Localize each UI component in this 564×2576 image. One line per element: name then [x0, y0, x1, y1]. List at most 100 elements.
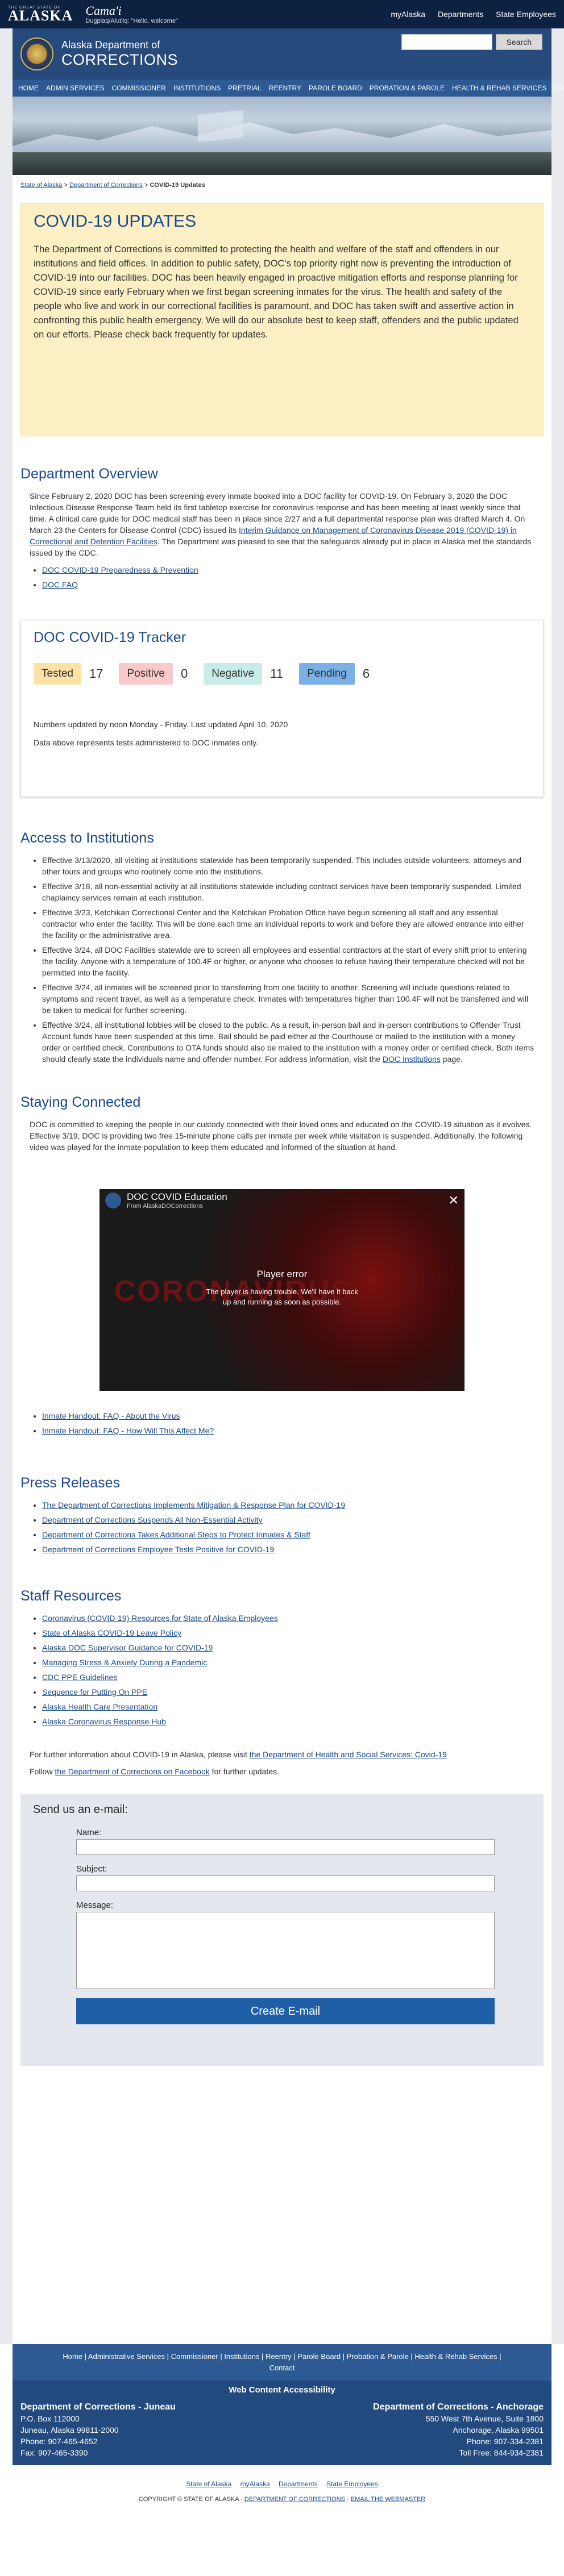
footer-link-departments[interactable]: Departments — [279, 2480, 318, 2488]
site-header: Alaska Department of CORRECTIONS Search … — [13, 28, 564, 175]
staff-link-ppe-sequence[interactable]: Sequence for Putting On PPE — [42, 1687, 147, 1697]
staff-link-resources[interactable]: Coronavirus (COVID-19) Resources for Sta… — [42, 1614, 278, 1623]
footer-link-myalaska[interactable]: myAlaska — [240, 2480, 270, 2488]
access-list: Effective 3/13/2020, all visiting at ins… — [42, 855, 534, 1065]
doc-faq-link[interactable]: DOC FAQ — [42, 580, 78, 589]
create-email-button[interactable]: Create E-mail — [76, 1998, 495, 2024]
staff-link-leave-policy[interactable]: State of Alaska COVID-19 Leave Policy — [42, 1628, 181, 1637]
nav-commissioner[interactable]: COMMISSIONER — [111, 84, 165, 92]
tile-value: 11 — [270, 666, 284, 681]
video-title[interactable]: DOC COVID Education — [127, 1191, 227, 1203]
handout-about-virus-link[interactable]: Inmate Handout: FAQ - About the Virus — [42, 1411, 180, 1420]
footer-nav-line1[interactable]: Home | Administrative Services | Commiss… — [24, 2351, 540, 2362]
list-item: The Department of Corrections Implements… — [42, 1500, 534, 1510]
press-link-mitigation[interactable]: The Department of Corrections Implements… — [42, 1500, 345, 1510]
top-links: myAlaska Departments State Employees — [391, 10, 556, 19]
further-info: For further information about COVID-19 i… — [20, 1749, 544, 1777]
staff-link-health-care[interactable]: Alaska Health Care Presentation — [42, 1702, 157, 1711]
staff-link-response-hub[interactable]: Alaska Coronavirus Response Hub — [42, 1717, 166, 1726]
list-item: State of Alaska COVID-19 Leave Policy — [42, 1628, 534, 1637]
list-item: Effective 3/24, all DOC Facilities state… — [42, 944, 534, 978]
press-link-suspends[interactable]: Department of Corrections Suspends All N… — [42, 1515, 263, 1524]
press-title: Press Releases — [20, 1475, 121, 1491]
list-item: Sequence for Putting On PPE — [42, 1687, 534, 1697]
nav-probation-parole[interactable]: PROBATION & PAROLE — [370, 84, 445, 92]
close-icon[interactable]: ✕ — [449, 1193, 459, 1208]
footer-nav-line2[interactable]: Contact — [24, 2362, 540, 2374]
subject-field[interactable] — [76, 1875, 495, 1891]
list-item: Department of Corrections Suspends All N… — [42, 1515, 534, 1524]
tracker-tile-pending: Pending 6 — [299, 663, 370, 685]
anchorage-line: Anchorage, Alaska 99501 — [453, 2425, 544, 2435]
juneau-fax: Fax: 907-465-3390 — [20, 2448, 88, 2457]
search-button[interactable]: Search — [495, 34, 542, 50]
nav-reentry[interactable]: REENTRY — [269, 84, 301, 92]
nav-institutions[interactable]: INSTITUTIONS — [173, 84, 221, 92]
message-field[interactable] — [76, 1912, 495, 1989]
footer-link-state[interactable]: State of Alaska — [186, 2480, 231, 2488]
nav-parole-board[interactable]: PAROLE BOARD — [309, 84, 362, 92]
tile-label: Positive — [119, 663, 173, 685]
doc-seal-icon[interactable] — [20, 37, 53, 70]
press-link-employee-positive[interactable]: Department of Corrections Employee Tests… — [42, 1545, 274, 1554]
footer-link-state-employees[interactable]: State Employees — [326, 2480, 378, 2488]
staff-link-ppe-guidelines[interactable]: CDC PPE Guidelines — [42, 1673, 117, 1682]
list-item: Effective 3/18, all non-essential activi… — [42, 881, 534, 903]
updates-title: COVID-19 UPDATES — [34, 212, 197, 231]
site-title-line2: CORRECTIONS — [61, 51, 179, 68]
tracker-tile-tested: Tested 17 — [34, 663, 103, 685]
top-link-departments[interactable]: Departments — [438, 10, 483, 19]
press-links: The Department of Corrections Implements… — [20, 1500, 544, 1554]
footer-links: State of Alaska myAlaska Departments Sta… — [0, 2480, 564, 2488]
site-title[interactable]: Alaska Department of CORRECTIONS — [61, 39, 178, 69]
list-item: Department of Corrections Takes Addition… — [42, 1530, 534, 1539]
copyright: COPYRIGHT © STATE OF ALASKA · DEPARTMENT… — [138, 2496, 426, 2503]
copyright-doc-link[interactable]: DEPARTMENT OF CORRECTIONS — [244, 2496, 345, 2503]
dhss-covid-link[interactable]: the Department of Health and Social Serv… — [250, 1750, 447, 1759]
doc-institutions-link[interactable]: DOC Institutions — [383, 1054, 441, 1064]
video-channel[interactable]: From AlaskaDOCorrections — [127, 1203, 227, 1210]
nav-pretrial[interactable]: PRETRIAL — [228, 84, 262, 92]
subject-label: Subject: — [76, 1864, 107, 1874]
greeting-sub: Dugpiaq/Alutiiq: "Hello, welcome" — [85, 18, 178, 25]
email-webmaster-link[interactable]: EMAIL THE WEBMASTER — [351, 2496, 425, 2503]
overview-paragraph: Since February 2, 2020 DOC has been scre… — [30, 491, 532, 557]
anchorage-heading: Department of Corrections - Anchorage — [373, 2402, 544, 2412]
shore-shape — [13, 152, 551, 175]
anchorage-address: Department of Corrections - Anchorage 55… — [373, 2402, 544, 2458]
list-item: DOC COVID-19 Preparedness & Prevention — [42, 564, 534, 576]
nav-admin-services[interactable]: ADMIN SERVICES — [46, 84, 104, 92]
nav-home[interactable]: HOME — [18, 84, 39, 92]
name-field[interactable] — [76, 1839, 495, 1855]
facebook-link[interactable]: the Department of Corrections on Faceboo… — [55, 1767, 209, 1776]
search-form: Search — [401, 34, 542, 50]
nav-health-rehab[interactable]: HEALTH & REHAB SERVICES — [452, 84, 546, 92]
top-link-state-employees[interactable]: State Employees — [496, 10, 556, 19]
staff-link-stress[interactable]: Managing Stress & Anxiety During a Pande… — [42, 1658, 207, 1667]
list-item: Effective 3/24, all institutional lobbie… — [42, 1019, 534, 1065]
list-item: Managing Stress & Anxiety During a Pande… — [42, 1658, 534, 1667]
tracker-tiles: Tested 17 Positive 0 Negative 11 Pending… — [34, 663, 530, 685]
name-label: Name: — [76, 1828, 102, 1837]
player-error-message: The player is having trouble. We'll have… — [206, 1287, 358, 1306]
alaska-logo[interactable]: THE GREAT STATE OF ALASKA — [8, 6, 73, 23]
channel-avatar[interactable] — [105, 1193, 121, 1208]
breadcrumb-state[interactable]: State of Alaska — [20, 182, 62, 189]
nav-contact[interactable]: CONTACT — [554, 84, 564, 92]
juneau-heading: Department of Corrections - Juneau — [20, 2402, 176, 2412]
handout-affect-me-link[interactable]: Inmate Handout: FAQ - How Will This Affe… — [42, 1426, 214, 1435]
education-video-player[interactable]: DOC COVID Education From AlaskaDOCorrect… — [99, 1189, 465, 1391]
web-content-accessibility-link[interactable]: Web Content Accessibility — [13, 2381, 551, 2399]
press-link-additional-steps[interactable]: Department of Corrections Takes Addition… — [42, 1530, 310, 1539]
video-header: DOC COVID Education From AlaskaDOCorrect… — [99, 1189, 465, 1212]
juneau-line: P.O. Box 112000 — [20, 2414, 80, 2423]
juneau-line: Juneau, Alaska 99811-2000 — [20, 2425, 119, 2435]
staff-link-supervisor-guidance[interactable]: Alaska DOC Supervisor Guidance for COVID… — [42, 1643, 213, 1652]
breadcrumb-doc[interactable]: Department of Corrections — [69, 182, 143, 189]
preparedness-link[interactable]: DOC COVID-19 Preparedness & Prevention — [42, 565, 198, 574]
top-link-myalaska[interactable]: myAlaska — [391, 10, 425, 19]
search-input[interactable] — [401, 34, 492, 50]
player-error: Player error The player is having troubl… — [99, 1269, 465, 1307]
tile-value: 0 — [181, 666, 188, 681]
main-content: State of Alaska > Department of Correcti… — [13, 175, 551, 2377]
